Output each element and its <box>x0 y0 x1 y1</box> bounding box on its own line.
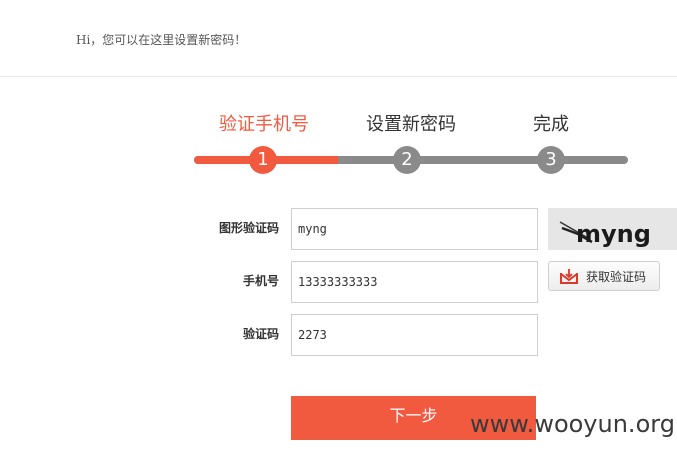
captcha-image[interactable]: myng <box>548 208 677 250</box>
step-label-set-password: 设置新密码 <box>366 114 456 135</box>
step-number-3: 3 <box>537 146 565 174</box>
step-label-verify-phone: 验证手机号 <box>219 114 309 135</box>
step-number-2: 2 <box>393 146 421 174</box>
captcha-image-text: myng <box>576 220 651 248</box>
sms-code-label: 验证码 <box>242 327 279 341</box>
watermark: www.wooyun.org <box>470 410 675 438</box>
step-label-complete: 完成 <box>533 114 569 135</box>
captcha-label: 图形验证码 <box>218 221 279 235</box>
mail-icon <box>560 269 578 284</box>
sms-code-input[interactable] <box>291 314 538 356</box>
captcha-input[interactable] <box>291 208 538 250</box>
get-sms-code-button[interactable]: 获取验证码 <box>548 261 660 291</box>
step-number-1: 1 <box>249 146 277 174</box>
header-divider <box>0 76 677 77</box>
phone-label: 手机号 <box>242 274 279 288</box>
greeting-text: Hi，您可以在这里设置新密码！ <box>76 33 247 47</box>
get-sms-code-label: 获取验证码 <box>586 269 647 284</box>
phone-input[interactable] <box>291 261 538 303</box>
